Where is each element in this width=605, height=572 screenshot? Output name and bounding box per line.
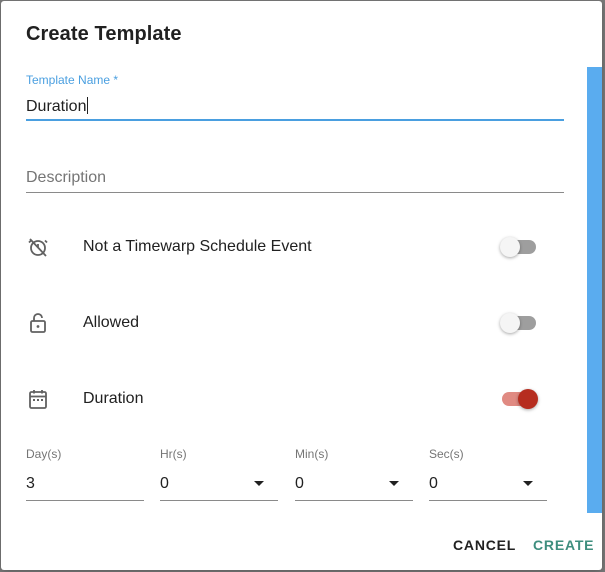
description-label: Description <box>26 169 107 186</box>
timewarp-toggle[interactable] <box>500 237 540 257</box>
toggle-thumb <box>500 313 520 333</box>
cancel-button[interactable]: CANCEL <box>453 537 516 553</box>
option-label-timewarp: Not a Timewarp Schedule Event <box>83 238 312 255</box>
dialog-scrollbar[interactable] <box>587 67 602 513</box>
seconds-select[interactable]: Sec(s) 0 <box>429 447 547 503</box>
toggle-thumb <box>500 237 520 257</box>
seconds-value: 0 <box>429 475 438 492</box>
hours-underline <box>160 500 278 501</box>
template-name-underline <box>26 119 564 121</box>
option-row-allowed: Allowed <box>26 303 546 343</box>
chevron-down-icon[interactable] <box>389 481 399 486</box>
minutes-label: Min(s) <box>295 447 329 461</box>
calendar-icon <box>26 387 50 411</box>
template-name-label: Template Name * <box>26 73 119 87</box>
alarm-off-icon <box>26 235 50 259</box>
hours-label: Hr(s) <box>160 447 187 461</box>
option-label-duration: Duration <box>83 390 144 407</box>
days-value: 3 <box>26 475 35 492</box>
minutes-select[interactable]: Min(s) 0 <box>295 447 413 503</box>
hours-select[interactable]: Hr(s) 0 <box>160 447 278 503</box>
allowed-toggle[interactable] <box>500 313 540 333</box>
days-field[interactable]: Day(s) 3 <box>26 447 144 503</box>
text-caret <box>87 97 89 114</box>
minutes-underline <box>295 500 413 501</box>
hours-value: 0 <box>160 475 169 492</box>
duration-toggle[interactable] <box>500 389 540 409</box>
create-button[interactable]: CREATE <box>533 537 594 553</box>
seconds-underline <box>429 500 547 501</box>
option-row-duration: Duration <box>26 379 546 419</box>
days-underline <box>26 500 144 501</box>
template-name-field[interactable]: Template Name * Duration <box>26 73 564 123</box>
days-label: Day(s) <box>26 447 62 461</box>
seconds-label: Sec(s) <box>429 447 464 461</box>
chevron-down-icon[interactable] <box>523 481 533 486</box>
template-name-value: Duration <box>26 98 87 115</box>
option-label-allowed: Allowed <box>83 314 140 331</box>
dialog-title: Create Template <box>26 23 182 45</box>
description-field[interactable]: Description <box>26 161 564 195</box>
toggle-thumb <box>518 389 538 409</box>
minutes-value: 0 <box>295 475 304 492</box>
chevron-down-icon[interactable] <box>254 481 264 486</box>
description-underline <box>26 192 564 193</box>
create-template-dialog: Create Template Template Name * Duration… <box>1 1 602 570</box>
lock-open-icon <box>26 311 50 335</box>
option-row-timewarp: Not a Timewarp Schedule Event <box>26 227 546 267</box>
